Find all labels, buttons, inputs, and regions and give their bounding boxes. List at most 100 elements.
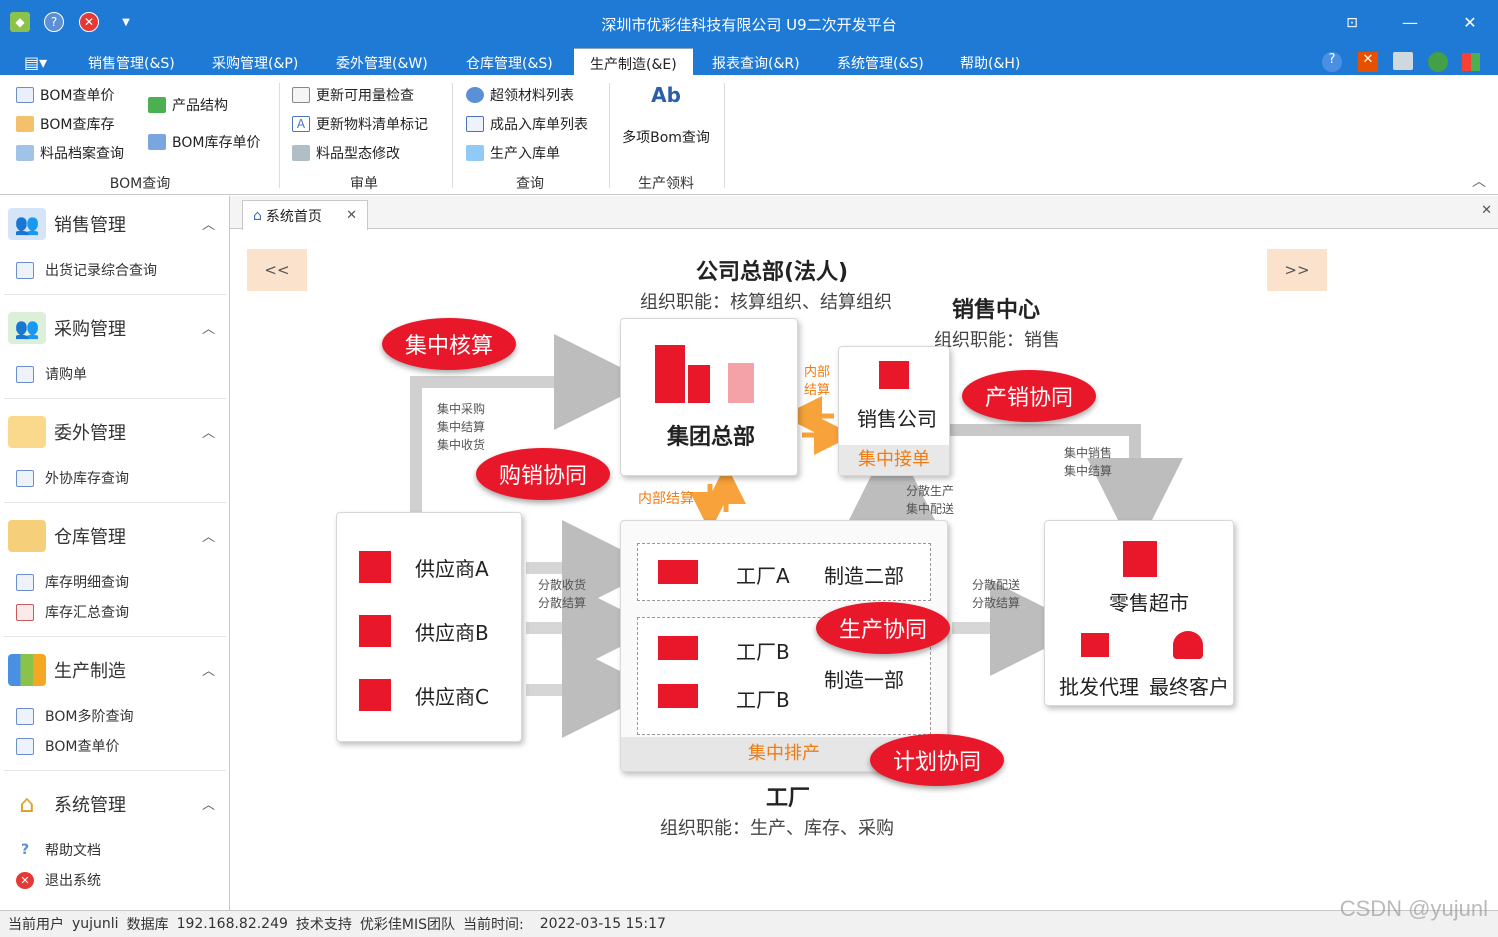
- windows-icon[interactable]: [1462, 53, 1480, 71]
- tab-system[interactable]: 系统管理(&S): [837, 53, 924, 73]
- form-icon: [16, 365, 34, 383]
- tab-warehouse[interactable]: 仓库管理(&S): [466, 53, 553, 73]
- sidebar-item-bom-multilevel[interactable]: BOM多阶查询: [16, 706, 133, 726]
- over-issue-list-button[interactable]: 超领材料列表: [466, 85, 574, 105]
- chevron-up-icon[interactable]: ︿: [202, 526, 215, 545]
- note-pin-icon: [8, 416, 46, 448]
- tab-sales[interactable]: 销售管理(&S): [88, 53, 175, 73]
- sidebar-group-purchase[interactable]: 👥 采购管理 ︿: [8, 308, 223, 348]
- update-bom-flag-button[interactable]: A 更新物料清单标记: [292, 114, 428, 134]
- spellcheck-icon: [466, 145, 484, 161]
- sidebar-item-shipment-query[interactable]: 出货记录综合查询: [16, 260, 157, 280]
- collapse-ribbon-icon[interactable]: ︿: [1472, 171, 1486, 191]
- house-icon: ⌂: [8, 788, 46, 820]
- close-all-tabs-icon[interactable]: ✕: [1481, 203, 1492, 218]
- item-type-modify-button[interactable]: 料品型态修改: [292, 143, 400, 163]
- sidebar-item-stock-summary[interactable]: 库存汇总查询: [16, 602, 129, 622]
- status-db: 192.168.82.249: [176, 916, 288, 932]
- dist-receive-text: 分散收货 分散结算: [538, 578, 587, 610]
- chevron-up-icon[interactable]: ︿: [202, 660, 215, 679]
- item-file-query-button[interactable]: 料品档案查询: [16, 143, 124, 163]
- dist-deliver-text: 分散配送 分散结算: [972, 578, 1021, 610]
- tab-strip: ⌂ 系统首页 ✕ ✕: [230, 196, 1498, 230]
- close-tab-icon[interactable]: ✕: [346, 208, 357, 223]
- factory-icon: [658, 636, 698, 660]
- bom-price-button[interactable]: BOM查单价: [16, 85, 114, 105]
- group-hq-label: 集团总部: [667, 425, 756, 450]
- item-type-modify-label: 料品型态修改: [316, 146, 400, 162]
- bom-stock-button[interactable]: BOM查库存: [16, 114, 114, 134]
- ab-pencil-icon: Ab: [651, 83, 681, 107]
- sidebar-group-sales[interactable]: 👥 销售管理 ︿: [8, 204, 223, 244]
- tab-purchase[interactable]: 采购管理(&P): [212, 53, 298, 73]
- dist-production-text: 分散生产 集中配送: [906, 484, 955, 516]
- sidebar-group-system[interactable]: ⌂ 系统管理 ︿: [8, 784, 223, 824]
- status-user: yujunli: [72, 916, 119, 932]
- ribbon: BOM查单价 BOM查库存 料品档案查询 产品结构 BOM库存单价 BOM查询 …: [0, 75, 1498, 195]
- update-availability-check-button[interactable]: 更新可用量检查: [292, 85, 414, 105]
- minimize-icon[interactable]: —: [1398, 12, 1422, 34]
- title-bar: ◆ ? ✕ ▼ 深圳市优彩佳科技有限公司 U9二次开发平台 ⊡ — ✕: [0, 0, 1498, 48]
- restore-icon[interactable]: ⊡: [1340, 12, 1364, 34]
- supplier-b: 供应商B: [415, 621, 489, 645]
- tab-home[interactable]: ⌂ 系统首页 ✕: [242, 200, 368, 230]
- sidebar-group-outsource[interactable]: 委外管理 ︿: [8, 412, 223, 452]
- production-receipt-button[interactable]: 生产入库单: [466, 143, 560, 163]
- app-menu-icon[interactable]: ▤▾: [24, 53, 47, 72]
- bom-price-icon: [16, 87, 34, 103]
- factory-b2-label: 工厂B: [736, 688, 790, 712]
- update-bom-flag-label: 更新物料清单标记: [316, 117, 428, 133]
- supplier-building-icon: [359, 551, 391, 583]
- bom-stock-price-button[interactable]: BOM库存单价: [148, 132, 260, 152]
- sidebar-item-outsource-stock[interactable]: 外协库存查询: [16, 468, 129, 488]
- tab-production[interactable]: 生产制造(&E): [574, 48, 693, 75]
- retail-label: 零售超市: [1109, 591, 1189, 615]
- status-user-label: 当前用户: [8, 917, 64, 933]
- item-file-query-label: 料品档案查询: [40, 146, 124, 162]
- ribbon-separator: [452, 83, 453, 188]
- sidebar-item-label: 出货记录综合查询: [45, 263, 157, 279]
- ribbon-separator: [279, 83, 280, 188]
- mail-icon[interactable]: [1393, 52, 1413, 70]
- help-circle-icon[interactable]: ?: [1322, 52, 1342, 72]
- bom-price-label: BOM查单价: [40, 88, 115, 104]
- close-circle-icon: ✕: [16, 871, 34, 889]
- sidebar-item-exit[interactable]: ✕ 退出系统: [16, 870, 101, 890]
- sidebar-group-warehouse[interactable]: 仓库管理 ︿: [8, 516, 223, 556]
- exit-icon[interactable]: ✕: [1358, 52, 1378, 72]
- product-structure-button[interactable]: 产品结构: [148, 95, 228, 115]
- multi-bom-query-button[interactable]: Ab 多项Bom查询: [620, 83, 712, 147]
- tab-outsource[interactable]: 委外管理(&W): [336, 53, 428, 73]
- sidebar-item-bom-price[interactable]: BOM查单价: [16, 736, 119, 756]
- chevron-up-icon[interactable]: ︿: [202, 214, 215, 233]
- bom-stock-price-label: BOM库存单价: [172, 135, 261, 151]
- finished-receipt-list-button[interactable]: 成品入库单列表: [466, 114, 588, 134]
- modify-icon: [292, 145, 310, 161]
- factory-a-box: 工厂A 制造二部: [637, 543, 931, 601]
- globe-icon[interactable]: [1428, 52, 1448, 72]
- customer-label: 最终客户: [1149, 675, 1229, 699]
- central-sales-text: 集中销售 集中结算: [1064, 446, 1113, 478]
- tab-help[interactable]: 帮助(&H): [960, 53, 1020, 73]
- sidebar-item-label: 库存明细查询: [45, 575, 129, 591]
- sidebar-group-label: 采购管理: [54, 319, 126, 340]
- sidebar-item-stock-detail[interactable]: 库存明细查询: [16, 572, 129, 592]
- tab-reports[interactable]: 报表查询(&R): [712, 53, 800, 73]
- supplier-a: 供应商A: [415, 557, 489, 581]
- sidebar-group-production[interactable]: 生产制造 ︿: [8, 650, 223, 690]
- sidebar-item-requisition[interactable]: 请购单: [16, 364, 87, 384]
- sidebar-divider: [4, 636, 226, 637]
- bom-stock-icon: [16, 116, 34, 132]
- bar-chart-icon: [16, 573, 34, 591]
- sidebar-divider: [4, 398, 226, 399]
- chevron-up-icon[interactable]: ︿: [202, 318, 215, 337]
- menu-bar: ▤▾ 销售管理(&S) 采购管理(&P) 委外管理(&W) 仓库管理(&S) 生…: [0, 48, 1498, 75]
- chevron-up-icon[interactable]: ︿: [202, 794, 215, 813]
- chevron-up-icon[interactable]: ︿: [202, 422, 215, 441]
- sidebar-group-label: 委外管理: [54, 423, 126, 444]
- sidebar-item-label: 帮助文档: [45, 843, 101, 859]
- sidebar-item-help-doc[interactable]: ? 帮助文档: [16, 840, 101, 860]
- close-window-icon[interactable]: ✕: [1458, 12, 1482, 34]
- sidebar-divider: [4, 770, 226, 771]
- retail-building-icon: [1123, 541, 1157, 577]
